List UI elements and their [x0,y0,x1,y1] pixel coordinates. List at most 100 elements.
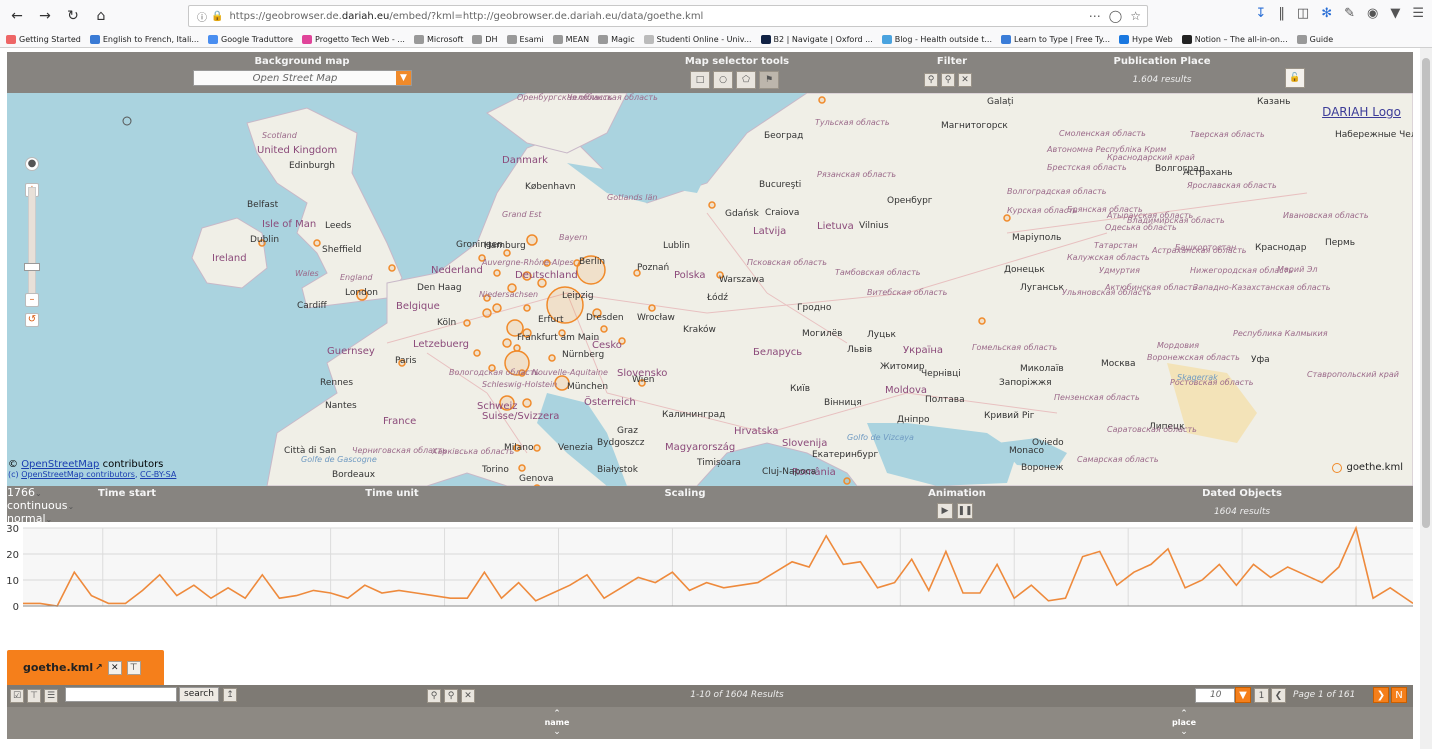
map-place-label: Псковская область [747,258,827,267]
menu-icon[interactable]: ☰ [1412,6,1424,21]
bookmark-item[interactable]: Magic [598,35,635,44]
zoom-slider-handle[interactable] [24,263,40,271]
osm-link[interactable]: OpenStreetMap [21,459,99,470]
circle-select-icon[interactable]: ○ [713,71,733,89]
scrollbar-thumb[interactable] [1422,58,1430,528]
bookmark-item[interactable]: Hype Web [1119,35,1173,44]
collapse-tab-icon[interactable]: ⊤ [126,660,141,675]
check-all-icon[interactable]: ☑ [10,689,24,703]
map-place-label: Волгоградская область [1007,187,1107,196]
table-filter-inverse-icon[interactable]: ⚲ [444,689,458,703]
back-icon[interactable]: ← [6,5,28,27]
bookmark-item[interactable]: Studenti Online - Univ... [643,35,752,44]
map-place-label: Вінниця [824,398,862,408]
filter-inverse-icon[interactable]: ⚲ [941,73,955,87]
bookmark-item[interactable]: Microsoft [413,35,463,44]
square-select-icon[interactable]: □ [690,71,710,89]
close-tab-icon[interactable]: ✕ [107,660,122,675]
library-icon[interactable]: ‖ [1278,6,1285,21]
bookmark-item[interactable]: Learn to Type | Free Ty... [1001,35,1110,44]
pocket-icon[interactable]: ◯ [1109,9,1122,23]
extension-icon[interactable]: ✻ [1321,6,1332,21]
map-place-label: Київ [790,384,811,394]
map-place-label: Magyarország [665,442,736,453]
url-bar[interactable]: ⓘ 🔒 https://geobrowser.de. dariah.eu/embe… [188,5,1148,27]
table-search-input[interactable] [65,687,177,702]
bookmark-item[interactable]: Getting Started [6,35,81,44]
bookmark-item[interactable]: B2 | Navigate | Oxford ... [760,35,873,44]
map-place-label: Беларусь [753,347,803,358]
map-view[interactable]: United Kingdom Edinburgh Scotland Isle of M… [7,93,1413,486]
zoom-slider[interactable] [28,187,36,297]
timeline-chart[interactable]: 0102030178018001820184018601880190019201… [6,522,1414,623]
zoom-history-icon[interactable]: ↺ [25,313,39,327]
favicon-icon [1181,35,1192,44]
reload-icon[interactable]: ↻ [62,5,84,27]
zoom-out-icon[interactable]: – [25,293,39,307]
sort-down-icon[interactable]: ⌄ [1174,727,1194,737]
bookmark-item[interactable]: DH [472,35,498,44]
bookmark-item[interactable]: Google Traduttore [208,35,293,44]
first-page-button[interactable]: 1 [1254,688,1269,703]
next-page-icon[interactable]: ❯ [1373,687,1389,703]
bookmark-item[interactable]: MEAN [552,35,589,44]
bookmark-item[interactable]: Progetto Tech Web - ... [302,35,405,44]
filter-clear-icon[interactable]: ✕ [958,73,972,87]
map-place-label: Sheffield [322,245,362,255]
last-page-button[interactable]: N [1391,687,1407,703]
country-select-icon[interactable]: ⚑ [759,71,779,89]
y-tick-label: 0 [13,602,19,612]
cc-by-sa-link[interactable]: CC-BY-SA [140,470,176,479]
filter-zoom-icon[interactable]: ⚲ [924,73,938,87]
time-start-select[interactable]: 1766⌄ [7,486,49,499]
bookmark-label: Studenti Online - Univ... [656,35,752,44]
bookmark-item[interactable]: Esami [506,35,544,44]
bookmark-item[interactable]: Guide [1296,35,1333,44]
data-marker [843,477,851,485]
time-unit-select[interactable]: continuous⌄ [7,499,74,512]
osm-contributors-link[interactable]: OpenStreetMap contributors [21,470,135,479]
external-link-icon[interactable]: ↗ [95,663,103,673]
download-icon[interactable]: ↧ [1255,6,1266,21]
play-icon[interactable]: ▶ [937,503,953,519]
list-icon[interactable]: ☰ [44,689,58,703]
zoom-reset-icon[interactable]: ● [25,157,39,171]
page-scrollbar[interactable] [1420,48,1432,749]
more-icon[interactable]: ⋯ [1089,9,1101,23]
column-header-place[interactable]: place [1154,718,1214,727]
search-button[interactable]: search [179,687,219,702]
filter-rows-icon[interactable]: ⊤ [27,689,41,703]
map-place-label: Genova [519,474,554,484]
page-size-chevron-icon[interactable]: ▼ [1235,687,1251,703]
chevron-down-icon[interactable]: ▼ [396,71,411,85]
map-place-label: Тульская область [815,118,890,127]
sidebar-icon[interactable]: ◫ [1297,6,1309,21]
pause-icon[interactable]: ❚❚ [957,503,973,519]
dataset-tab[interactable]: goethe.kml ↗ ✕ ⊤ [7,650,164,685]
column-header-name[interactable]: name [527,718,587,727]
map-place-label: Erfurt [538,315,564,325]
upload-icon[interactable]: ↥ [223,688,237,702]
map-place-label: Kraków [683,325,716,335]
account-icon[interactable]: ◉ [1367,6,1378,21]
prev-page-icon[interactable]: ❮ [1271,688,1286,703]
pen-icon[interactable]: ✎ [1344,6,1355,21]
polygon-select-icon[interactable]: ⬠ [736,71,756,89]
map-place-label: Луганськ [1020,283,1064,293]
map-place-label: Craiova [765,208,800,218]
map-place-label: Калининград [662,410,726,420]
sort-down-icon[interactable]: ⌄ [547,727,567,737]
bookmark-star-icon[interactable]: ☆ [1130,9,1141,23]
shield-icon[interactable]: ▼ [1390,6,1400,21]
unlock-icon[interactable]: 🔓 [1285,68,1305,88]
home-icon[interactable]: ⌂ [90,5,112,27]
table-filter-clear-icon[interactable]: ✕ [461,689,475,703]
page-size-select[interactable]: 10 [1195,688,1235,703]
table-filter-zoom-icon[interactable]: ⚲ [427,689,441,703]
forward-icon[interactable]: → [34,5,56,27]
dariah-logo-link[interactable]: DARIAH Logo [1322,105,1401,119]
bookmark-item[interactable]: Blog - Health outside t... [881,35,992,44]
background-map-select[interactable]: Open Street Map ▼ [193,70,412,86]
bookmark-item[interactable]: English to French, Itali... [89,35,199,44]
bookmark-item[interactable]: Notion – The all-in-on... [1181,35,1288,44]
